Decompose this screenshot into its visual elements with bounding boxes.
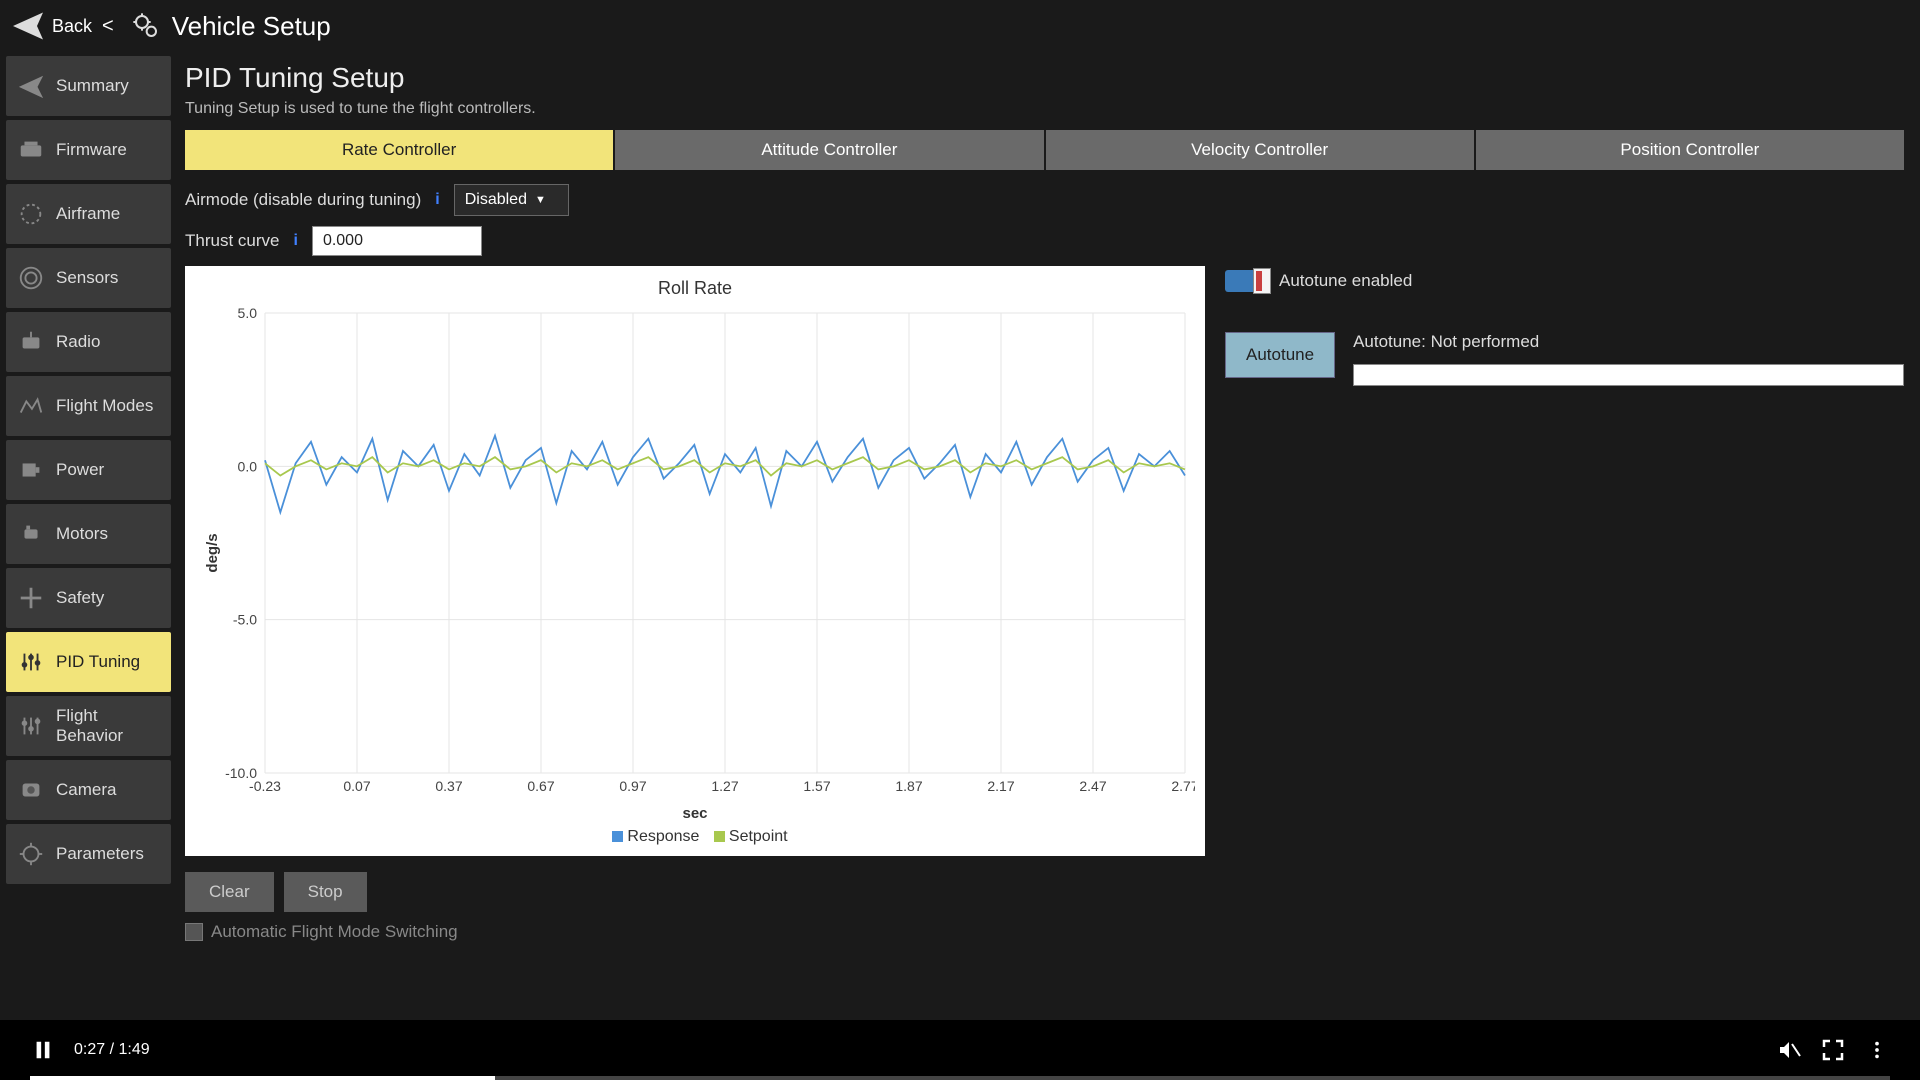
sidebar-item-safety[interactable]: Safety [6,568,171,628]
autotune-progress [1353,364,1904,386]
video-progress-fill [30,1076,495,1080]
chart-panel: Roll Rate deg/s 5.00.0-5.0-10.0-0.230.07… [185,266,1205,856]
back-label: Back [52,16,92,37]
sidebar-icon [16,391,46,421]
sidebar-icon [16,647,46,677]
sidebar-item-sensors[interactable]: Sensors [6,248,171,308]
sidebar-item-pid-tuning[interactable]: PID Tuning [6,632,171,692]
sidebar-icon [16,839,46,869]
sidebar-icon [16,775,46,805]
video-progress-track[interactable] [30,1076,1890,1080]
video-time: 0:27 / 1:49 [74,1041,150,1059]
sidebar-item-airframe[interactable]: Airframe [6,184,171,244]
svg-text:2.47: 2.47 [1079,778,1106,794]
flightmode-switching-checkbox[interactable] [185,923,203,941]
stop-button[interactable]: Stop [284,872,367,912]
sidebar: SummaryFirmwareAirframeSensorsRadioFligh… [0,52,175,1078]
svg-text:5.0: 5.0 [238,305,258,321]
chart-ylabel: deg/s [204,533,221,572]
svg-text:1.87: 1.87 [895,778,922,794]
tab-position-controller[interactable]: Position Controller [1476,130,1904,170]
sidebar-item-flight-modes[interactable]: Flight Modes [6,376,171,436]
video-controls: 0:27 / 1:49 [0,1020,1920,1080]
sidebar-item-firmware[interactable]: Firmware [6,120,171,180]
sidebar-icon [16,263,46,293]
autotune-toggle[interactable] [1225,270,1269,292]
back-button[interactable]: Back < [10,8,114,44]
svg-text:2.17: 2.17 [987,778,1014,794]
svg-text:-5.0: -5.0 [233,612,257,628]
plane-icon [10,8,46,44]
tab-attitude-controller[interactable]: Attitude Controller [615,130,1043,170]
svg-text:0.0: 0.0 [238,458,258,474]
more-button[interactable] [1864,1037,1890,1063]
sidebar-icon [16,583,46,613]
chart-title: Roll Rate [195,278,1195,299]
page-title: PID Tuning Setup [185,62,1904,94]
thrust-label: Thrust curve [185,231,279,251]
sidebar-item-radio[interactable]: Radio [6,312,171,372]
chevron-left-icon: < [102,15,114,38]
header-title: Vehicle Setup [172,11,331,42]
sidebar-icon [16,711,46,741]
sidebar-item-flight-behavior[interactable]: Flight Behavior [6,696,171,756]
autotune-button[interactable]: Autotune [1225,332,1335,378]
sidebar-item-summary[interactable]: Summary [6,56,171,116]
controller-tabs: Rate ControllerAttitude ControllerVeloci… [185,130,1904,170]
sidebar-icon [16,199,46,229]
airmode-select[interactable]: Disabled ▼ [454,184,569,216]
svg-text:0.07: 0.07 [343,778,370,794]
mute-button[interactable] [1776,1037,1802,1063]
sidebar-item-parameters[interactable]: Parameters [6,824,171,884]
sidebar-icon [16,519,46,549]
sidebar-item-motors[interactable]: Motors [6,504,171,564]
chart-plot: 5.00.0-5.0-10.0-0.230.070.370.670.971.27… [195,303,1195,803]
fullscreen-button[interactable] [1820,1037,1846,1063]
chart-legend: Response Setpoint [195,828,1195,846]
svg-text:0.37: 0.37 [435,778,462,794]
autotune-status: Autotune: Not performed [1353,332,1904,352]
tab-velocity-controller[interactable]: Velocity Controller [1046,130,1474,170]
svg-text:1.57: 1.57 [803,778,830,794]
autotune-toggle-label: Autotune enabled [1279,271,1412,291]
sidebar-icon [16,327,46,357]
legend-swatch-setpoint [714,831,725,842]
svg-text:-0.23: -0.23 [249,778,281,794]
sidebar-icon [16,71,46,101]
airmode-value: Disabled [465,191,527,209]
svg-text:2.77: 2.77 [1171,778,1195,794]
airmode-label: Airmode (disable during tuning) [185,190,421,210]
svg-text:0.97: 0.97 [619,778,646,794]
page-description: Tuning Setup is used to tune the flight … [185,100,1904,118]
svg-text:1.27: 1.27 [711,778,738,794]
legend-swatch-response [612,831,623,842]
flightmode-switching-label: Automatic Flight Mode Switching [211,922,458,942]
sidebar-item-camera[interactable]: Camera [6,760,171,820]
pause-button[interactable] [30,1037,56,1063]
clear-button[interactable]: Clear [185,872,274,912]
tab-rate-controller[interactable]: Rate Controller [185,130,613,170]
chart-xlabel: sec [195,805,1195,822]
sidebar-icon [16,135,46,165]
info-icon[interactable]: i [293,232,297,250]
svg-text:0.67: 0.67 [527,778,554,794]
thrust-input[interactable] [312,226,482,256]
sidebar-icon [16,455,46,485]
sidebar-item-power[interactable]: Power [6,440,171,500]
gears-icon [130,10,162,42]
info-icon[interactable]: i [435,191,439,209]
chevron-down-icon: ▼ [535,194,546,206]
